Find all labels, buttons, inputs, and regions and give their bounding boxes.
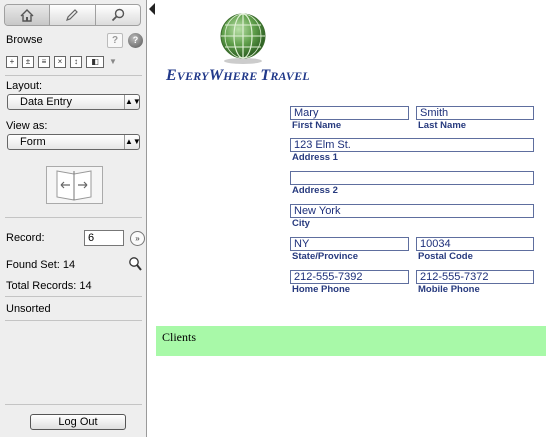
total-records-label: Total Records: 14 (6, 280, 92, 292)
globe-logo (213, 11, 273, 66)
record-tools: + ± ≡ × ↕ ◧ ▼ (6, 54, 142, 69)
divider (5, 75, 142, 76)
address-1-field[interactable]: 123 Elm St. (290, 138, 534, 152)
first-name-label: First Name (292, 120, 342, 131)
new-record-icon[interactable]: + (6, 55, 18, 68)
layout-select[interactable]: Data Entry ▲▼ (7, 94, 141, 110)
sort-icon[interactable]: ↕ (70, 55, 82, 68)
mode-label: Browse (6, 34, 43, 46)
city-label: City (292, 218, 310, 229)
mobile-phone-field[interactable]: 212-555-7372 (416, 270, 534, 284)
sort-status: Unsorted (6, 303, 51, 315)
clients-label: Clients (162, 330, 197, 344)
flashlight-icon[interactable]: ◧ (86, 55, 104, 68)
city-field[interactable]: New York (290, 204, 534, 218)
state-province-field[interactable]: NY (290, 237, 409, 251)
help-icon[interactable]: ? (107, 33, 123, 48)
book-navigation-icon[interactable] (46, 166, 103, 204)
clients-portal[interactable]: Clients (156, 326, 546, 356)
divider (5, 404, 142, 405)
divider (5, 320, 142, 321)
collapse-sidebar-icon[interactable] (149, 3, 156, 15)
home-phone-field[interactable]: 212-555-7392 (290, 270, 409, 284)
copy-record-icon[interactable]: ≡ (38, 55, 50, 68)
mobile-phone-label: Mobile Phone (418, 284, 480, 295)
status-toolbar: Browse ? ? + ± ≡ × ↕ ◧ ▼ Layout: Data En… (0, 0, 147, 437)
chevron-down-icon[interactable]: ▼ (109, 57, 117, 66)
divider (5, 217, 142, 218)
info-icon[interactable]: ? (128, 33, 143, 48)
last-name-label: Last Name (418, 120, 467, 131)
state-province-label: State/Province (292, 251, 358, 262)
updown-arrows-icon: ▲▼ (124, 95, 141, 109)
layout-value: Data Entry (20, 96, 72, 108)
record-label: Record: (6, 232, 45, 244)
postal-code-field[interactable]: 10034 (416, 237, 534, 251)
address-1-label: Address 1 (292, 152, 338, 163)
delete-record-icon[interactable]: × (54, 55, 66, 68)
magnifier-icon[interactable] (128, 256, 142, 272)
duplicate-record-icon[interactable]: ± (22, 55, 34, 68)
home-phone-label: Home Phone (292, 284, 351, 295)
last-name-field[interactable]: Smith (416, 106, 534, 120)
go-to-record-button[interactable]: » (130, 231, 145, 246)
updown-arrows-icon: ▲▼ (124, 135, 141, 149)
found-set-label: Found Set: 14 (6, 259, 76, 271)
layout-label: Layout: (6, 80, 43, 92)
view-as-label: View as: (6, 120, 48, 132)
log-out-button[interactable]: Log Out (30, 414, 126, 430)
home-icon[interactable] (5, 5, 51, 25)
first-name-field[interactable]: Mary (290, 106, 409, 120)
address-2-label: Address 2 (292, 185, 338, 196)
record-number-input[interactable]: 6 (84, 230, 124, 246)
mode-tabs (4, 4, 141, 26)
magnifier-icon[interactable] (96, 5, 140, 25)
mode-row: Browse ? ? (6, 33, 143, 49)
divider (5, 296, 142, 297)
pencil-icon[interactable] (50, 5, 96, 25)
address-2-field[interactable] (290, 171, 534, 185)
postal-code-label: Postal Code (418, 251, 473, 262)
brand-name: EVERYWHERE TRAVEL (166, 67, 310, 84)
view-as-select[interactable]: Form ▲▼ (7, 134, 141, 150)
view-as-value: Form (20, 136, 46, 148)
